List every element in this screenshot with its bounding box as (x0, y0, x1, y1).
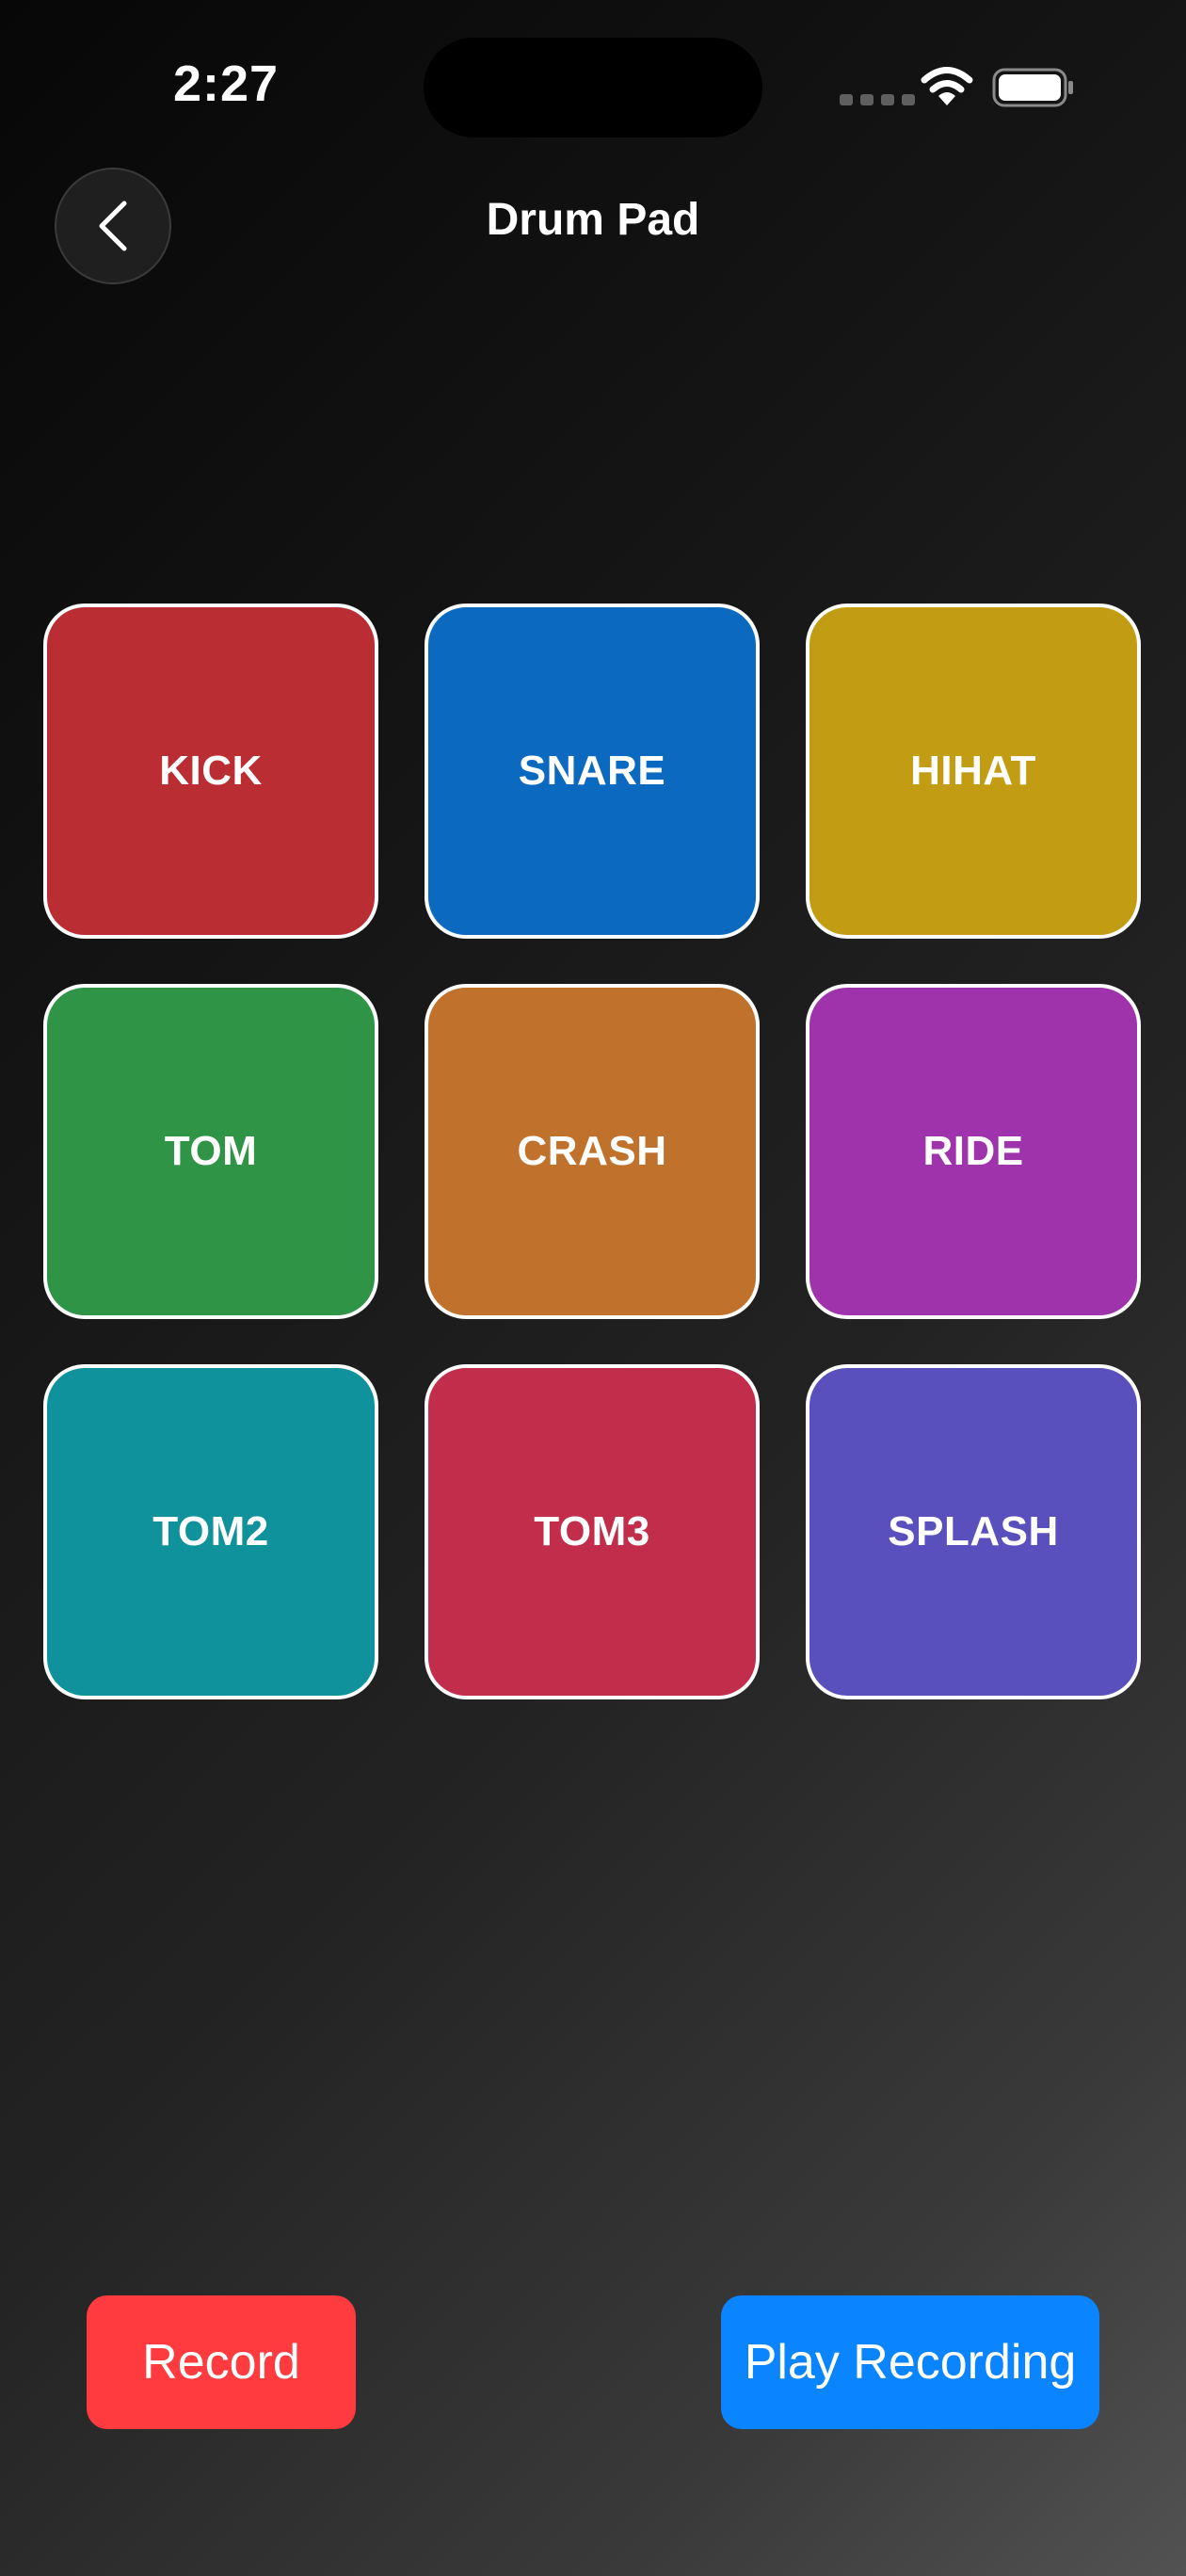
wifi-icon (921, 67, 973, 105)
pad-kick[interactable]: KICK (43, 604, 378, 939)
pad-tom2[interactable]: TOM2 (43, 1364, 378, 1699)
pad-tom3[interactable]: TOM3 (425, 1364, 760, 1699)
pad-hihat[interactable]: HIHAT (806, 604, 1141, 939)
pad-snare[interactable]: SNARE (425, 604, 760, 939)
pad-crash[interactable]: CRASH (425, 984, 760, 1319)
cellular-signal-icon (840, 94, 915, 105)
pad-tom[interactable]: TOM (43, 984, 378, 1319)
drum-pad-grid: KICK SNARE HIHAT TOM CRASH RIDE TOM2 TOM… (43, 604, 1141, 1699)
chevron-left-icon (99, 201, 127, 251)
status-time: 2:27 (172, 56, 280, 112)
record-button[interactable]: Record (87, 2295, 356, 2429)
dynamic-island (424, 38, 762, 137)
play-recording-button[interactable]: Play Recording (721, 2295, 1099, 2429)
page-title: Drum Pad (486, 195, 700, 245)
pad-splash[interactable]: SPLASH (806, 1364, 1141, 1699)
pad-ride[interactable]: RIDE (806, 984, 1141, 1319)
drum-pad-screen: 2:27 Drum Pad KICK SNARE HIHAT TOM CRASH… (0, 0, 1186, 2576)
back-button[interactable] (55, 168, 171, 284)
battery-icon (992, 68, 1073, 107)
